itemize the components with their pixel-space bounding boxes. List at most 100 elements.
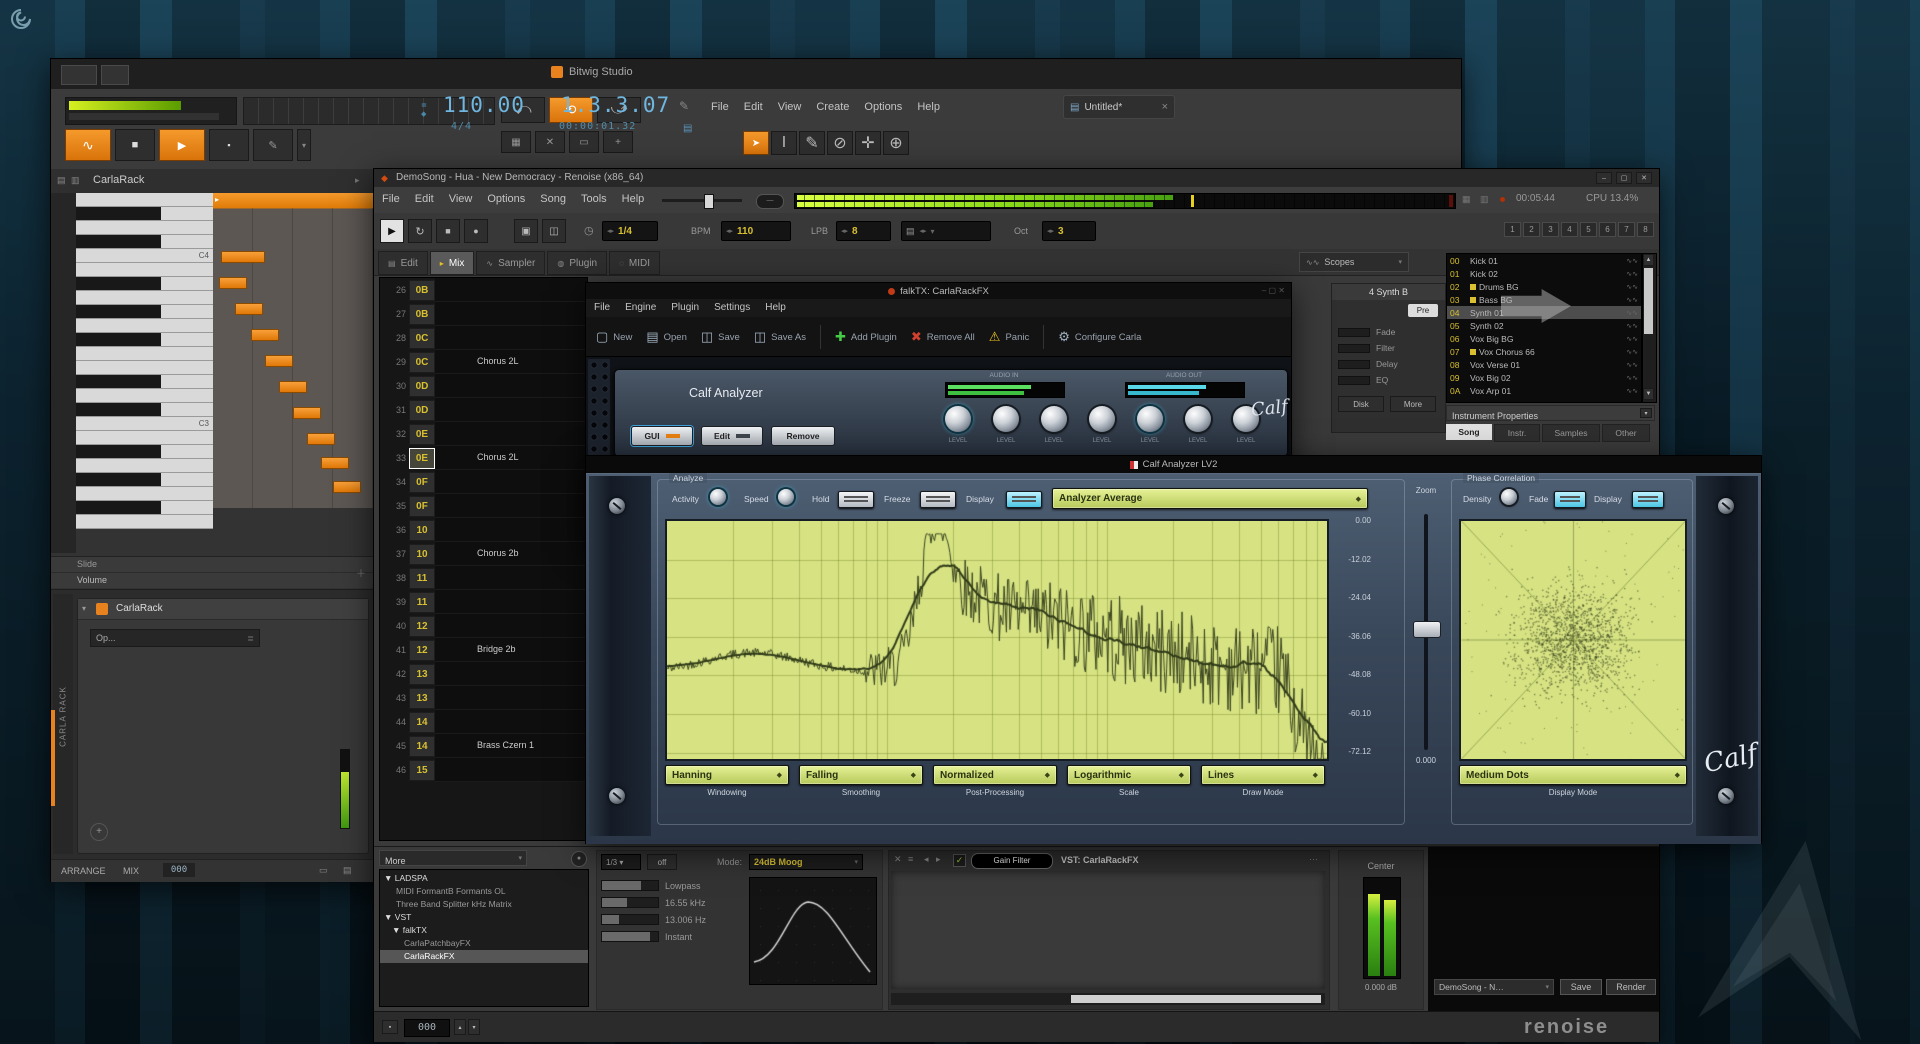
pattern-follow-button[interactable]: ▣ bbox=[514, 219, 538, 243]
clip-launcher-icon[interactable]: ▤ bbox=[683, 123, 692, 134]
add-device-button[interactable]: + bbox=[90, 823, 108, 841]
sequencer-row[interactable]: 4615 bbox=[380, 758, 587, 782]
track-dsp-row[interactable]: Filter bbox=[1338, 340, 1438, 356]
piano-key[interactable] bbox=[76, 207, 213, 221]
pattern-number[interactable]: 0F bbox=[409, 496, 435, 517]
pre-post-button[interactable]: Pre bbox=[1408, 304, 1438, 317]
piano-key[interactable] bbox=[76, 291, 213, 305]
section-cell[interactable] bbox=[435, 518, 587, 542]
track-name-label[interactable]: CarlaRack bbox=[93, 174, 144, 186]
sequencer-row[interactable]: 300D bbox=[380, 374, 587, 398]
lane-item[interactable]: Slide bbox=[51, 557, 374, 573]
mono-toggle-button[interactable]: — bbox=[756, 194, 784, 209]
piano-key[interactable] bbox=[76, 235, 213, 249]
calf-titlebar[interactable]: Calf Analyzer LV2 bbox=[586, 456, 1761, 473]
section-cell[interactable] bbox=[435, 758, 587, 782]
grid-row[interactable] bbox=[213, 320, 374, 334]
menu-item-options[interactable]: Options bbox=[864, 101, 902, 113]
zoom-tool-button[interactable]: ⊕ bbox=[883, 131, 909, 155]
bitwig-titlebar[interactable]: Bitwig Studio bbox=[51, 59, 1461, 90]
sequencer-row[interactable]: 260B bbox=[380, 278, 587, 302]
close-icon[interactable]: × bbox=[1162, 101, 1168, 113]
pen-tool-button[interactable]: ✎ bbox=[799, 131, 825, 155]
piano-key[interactable] bbox=[76, 445, 213, 459]
pattern-number[interactable]: 11 bbox=[409, 568, 435, 589]
ibeam-tool-button[interactable]: I bbox=[771, 131, 797, 155]
minimize-button[interactable]: – bbox=[1596, 172, 1612, 184]
scopes-selector[interactable]: ∿∿ Scopes ▾ bbox=[1299, 252, 1409, 272]
sequencer-row[interactable]: 3811 bbox=[380, 566, 587, 590]
track-select-bar[interactable] bbox=[51, 710, 55, 806]
grid-row[interactable] bbox=[213, 208, 374, 222]
sequencer-row[interactable]: 330EChorus 2L bbox=[380, 446, 587, 470]
view-preset-button[interactable]: 7 bbox=[1618, 222, 1635, 237]
pattern-number[interactable]: 10 bbox=[409, 544, 435, 565]
eraser-tool-button[interactable]: ⊘ bbox=[827, 131, 853, 155]
param-knob[interactable] bbox=[1137, 406, 1163, 432]
menu-item-help[interactable]: Help bbox=[622, 193, 645, 205]
bitwig-titlebar-button[interactable] bbox=[61, 65, 97, 85]
section-cell[interactable] bbox=[435, 494, 587, 518]
save-button[interactable]: Save bbox=[1560, 979, 1602, 995]
horizontal-scrollbar[interactable] bbox=[891, 993, 1325, 1005]
toolbar-panic-button[interactable]: ⚠Panic bbox=[989, 330, 1029, 344]
section-cell[interactable] bbox=[435, 662, 587, 686]
piano-key[interactable] bbox=[76, 305, 213, 319]
filter-param-row[interactable]: 13.006 Hz bbox=[601, 911, 741, 928]
footer-counter-display[interactable]: 000 bbox=[404, 1019, 450, 1037]
section-cell[interactable]: Chorus 2L bbox=[435, 350, 587, 374]
edit-step-button[interactable]: ◫ bbox=[542, 219, 566, 243]
section-cell[interactable] bbox=[435, 374, 587, 398]
section-cell[interactable] bbox=[435, 686, 587, 710]
display-toggle[interactable] bbox=[1006, 491, 1042, 508]
search-icon[interactable]: ● bbox=[571, 851, 587, 867]
pattern-number[interactable]: 0B bbox=[409, 280, 435, 301]
plugin-tree-row[interactable]: MIDI FormantB Formants OL bbox=[380, 885, 588, 898]
renoise-titlebar[interactable]: ◆ DemoSong - Hua - New Democracy - Renoi… bbox=[374, 169, 1659, 188]
metronome-sync-field[interactable]: ◂▸1/4 bbox=[602, 221, 658, 241]
fade-toggle[interactable] bbox=[1554, 491, 1586, 508]
sequencer-row[interactable]: 340F bbox=[380, 470, 587, 494]
analyzer-smoothing-combo[interactable]: Falling◆ bbox=[799, 765, 923, 785]
param-slider[interactable] bbox=[601, 914, 659, 925]
scroll-thumb[interactable] bbox=[1644, 268, 1653, 334]
grid-row[interactable] bbox=[213, 348, 374, 362]
analyzer-mode-combo[interactable]: Analyzer Average◆ bbox=[1052, 488, 1368, 509]
menu-item-options[interactable]: Options bbox=[487, 193, 525, 205]
sequencer-row[interactable]: 4514Brass Czern 1 bbox=[380, 734, 587, 758]
disk-category-tab-other[interactable]: Other bbox=[1602, 424, 1650, 442]
section-cell[interactable] bbox=[435, 398, 587, 422]
render-button[interactable]: Render bbox=[1606, 979, 1656, 995]
zoom-slider-handle[interactable] bbox=[1413, 621, 1441, 638]
mixer-icon[interactable]: ▤ bbox=[343, 865, 352, 876]
param-knob[interactable] bbox=[1041, 406, 1067, 432]
piano-key[interactable] bbox=[76, 403, 213, 417]
pattern-number[interactable]: 14 bbox=[409, 712, 435, 733]
lane-item[interactable]: Volume bbox=[51, 573, 374, 588]
disk-category-tab-song[interactable]: Song bbox=[1446, 424, 1492, 440]
maximize-button[interactable]: ▢ bbox=[1616, 172, 1632, 184]
tab-plugin[interactable]: ◍Plugin bbox=[547, 251, 607, 275]
pattern-number[interactable]: 14 bbox=[409, 736, 435, 757]
tab-sampler[interactable]: ∿Sampler bbox=[476, 251, 545, 275]
view-preset-button[interactable]: 3 bbox=[1542, 222, 1559, 237]
tab-mix[interactable]: ▸Mix bbox=[430, 251, 475, 275]
more-button[interactable]: More bbox=[1390, 396, 1436, 412]
band-combo[interactable]: 1/3 ▾ bbox=[601, 854, 641, 870]
song-file-combo[interactable]: DemoSong - N… ▾ bbox=[1434, 979, 1554, 995]
instrument-list[interactable]: 00Kick 01∿∿01Kick 02∿∿02Drums BG∿∿03Bass… bbox=[1446, 253, 1642, 403]
pattern-number[interactable]: 0F bbox=[409, 472, 435, 493]
sequencer-row[interactable]: 350F bbox=[380, 494, 587, 518]
collapse-chevron-icon[interactable]: ▾ bbox=[82, 604, 86, 613]
menu-item-help[interactable]: Help bbox=[917, 101, 940, 113]
section-cell[interactable] bbox=[435, 710, 587, 734]
section-cell[interactable] bbox=[435, 326, 587, 350]
piano-key[interactable] bbox=[76, 515, 213, 529]
menu-item-song[interactable]: Song bbox=[540, 193, 566, 205]
grid-row[interactable] bbox=[213, 418, 374, 432]
dsp-slider[interactable] bbox=[1338, 344, 1370, 353]
bpm-field[interactable]: ◂▸110 bbox=[721, 221, 791, 241]
grid-row[interactable] bbox=[213, 292, 374, 306]
sequencer-row[interactable]: 4112Bridge 2b bbox=[380, 638, 587, 662]
menu-item-settings[interactable]: Settings bbox=[714, 302, 750, 313]
